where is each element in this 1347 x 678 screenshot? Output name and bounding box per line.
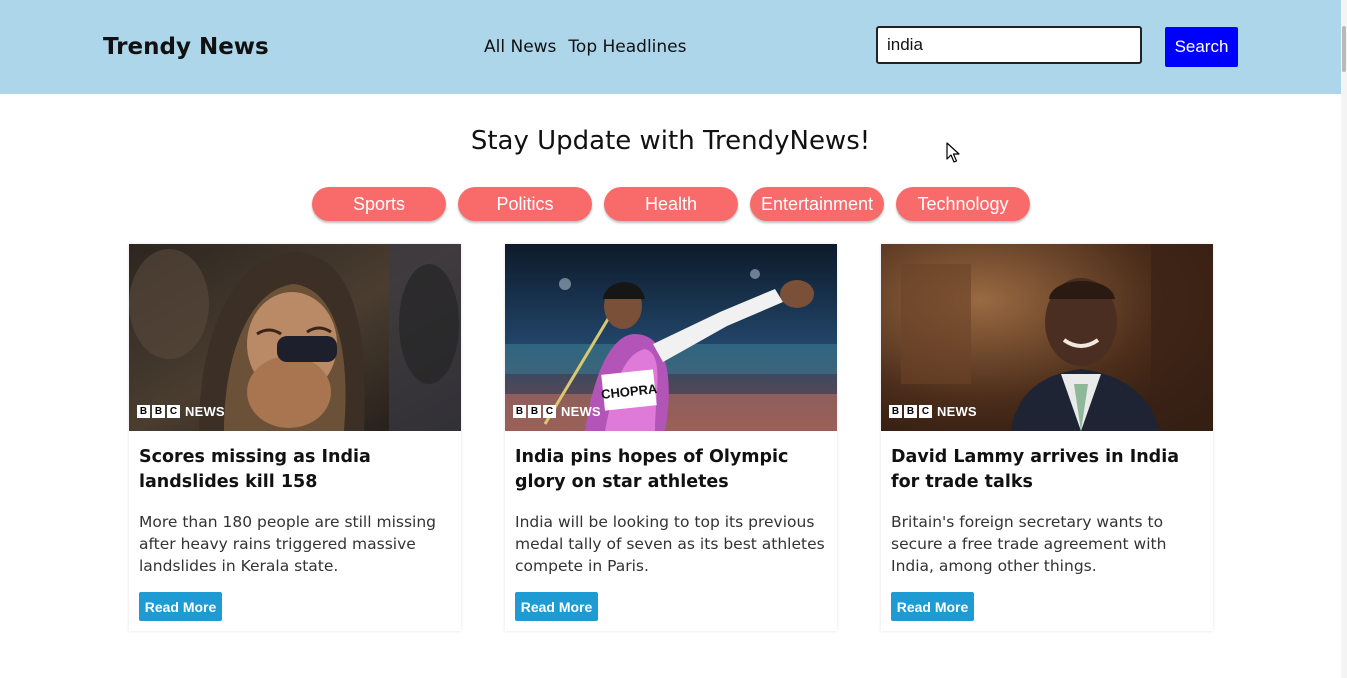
news-image-landslide: B B C NEWS: [129, 244, 461, 431]
top-navbar: Trendy News All News Top Headlines Searc…: [0, 0, 1341, 94]
news-description: Britain's foreign secretary wants to sec…: [891, 513, 1167, 575]
page-heading: Stay Update with TrendyNews!: [470, 126, 871, 156]
category-entertainment-button[interactable]: Entertainment: [750, 187, 884, 221]
category-sports-button[interactable]: Sports: [312, 187, 446, 221]
nav-top-headlines[interactable]: Top Headlines: [568, 37, 686, 57]
read-more-button[interactable]: Read More: [139, 592, 222, 621]
page: Trendy News All News Top Headlines Searc…: [0, 0, 1347, 678]
brand-logo[interactable]: Trendy News: [103, 34, 269, 60]
bbc-news-logo: B B C NEWS: [889, 404, 977, 419]
category-technology-button[interactable]: Technology: [896, 187, 1030, 221]
main-nav: All News Top Headlines: [484, 37, 687, 57]
category-politics-button[interactable]: Politics: [458, 187, 592, 221]
news-description: India will be looking to top its previou…: [515, 513, 825, 575]
news-card: B B C NEWS Scores missing as India lands…: [129, 244, 461, 631]
nav-all-news[interactable]: All News: [484, 37, 556, 57]
news-title: David Lammy arrives in India for trade t…: [891, 447, 1179, 492]
news-card: B B C NEWS David Lammy arrives in India …: [881, 244, 1213, 631]
news-title: Scores missing as India landslides kill …: [139, 447, 371, 492]
news-title: India pins hopes of Olympic glory on sta…: [515, 447, 789, 492]
search-button[interactable]: Search: [1165, 27, 1238, 67]
news-card: CHOPRA B B C NEWS India pins hopes of Ol…: [505, 244, 837, 631]
mouse-cursor-icon: [946, 142, 960, 163]
news-description: More than 180 people are still missing a…: [139, 513, 436, 575]
news-image-lammy: B B C NEWS: [881, 244, 1213, 431]
scrollbar-thumb[interactable]: [1342, 26, 1346, 72]
search-input[interactable]: [876, 26, 1142, 64]
read-more-button[interactable]: Read More: [515, 592, 598, 621]
read-more-button[interactable]: Read More: [891, 592, 974, 621]
category-health-button[interactable]: Health: [604, 187, 738, 221]
news-image-javelin: CHOPRA B B C NEWS: [505, 244, 837, 431]
bbc-news-logo: B B C NEWS: [513, 404, 601, 419]
bbc-news-logo: B B C NEWS: [137, 404, 225, 419]
page-scrollbar[interactable]: [1341, 0, 1347, 678]
